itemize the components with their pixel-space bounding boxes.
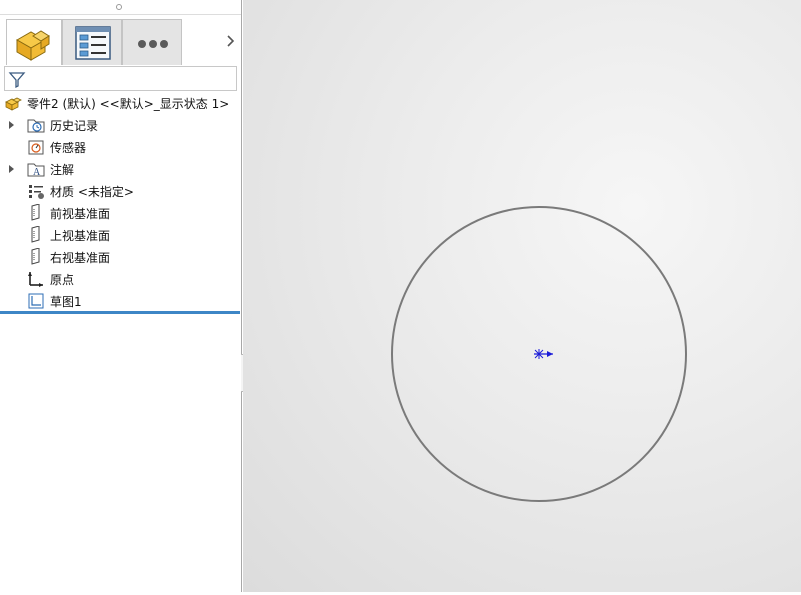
tab-feature-tree[interactable] — [6, 19, 62, 65]
tree-item[interactable]: 历史记录 — [0, 114, 240, 136]
sketch-canvas — [391, 206, 687, 502]
feature-manager-panel: 零件2 (默认) <<默认>_显示状态 1> 历史记录传感器 A 注解材质 <未指定>… — [0, 0, 242, 592]
plane-icon — [31, 248, 40, 265]
tree-item-label: 右视基准面 — [50, 251, 111, 265]
expand-arrow-icon[interactable] — [9, 121, 14, 129]
tree-item-label: 注解 — [50, 163, 75, 177]
sketch-origin-marker[interactable] — [534, 349, 553, 359]
filter-icon — [8, 72, 26, 89]
tree-root-label: 零件2 (默认) <<默认>_显示状态 1> — [27, 97, 230, 111]
tree-item[interactable]: 上视基准面 — [0, 224, 240, 246]
plane-icon — [31, 204, 40, 221]
origin-icon — [28, 272, 43, 287]
tree-item[interactable]: 右视基准面 — [0, 246, 240, 268]
svg-text:A: A — [33, 167, 41, 178]
tree-root-item[interactable]: 零件2 (默认) <<默认>_显示状态 1> — [0, 92, 240, 114]
chevron-right-icon[interactable] — [224, 32, 238, 50]
tree-item-label: 传感器 — [50, 141, 87, 155]
tree-item[interactable]: A 注解 — [0, 158, 240, 180]
tab-property-manager[interactable] — [62, 19, 122, 65]
sensor-icon — [28, 140, 44, 155]
more-dots-icon — [138, 40, 168, 48]
plane-icon — [31, 226, 40, 243]
tree-filter-input[interactable] — [4, 66, 237, 91]
graphics-area[interactable] — [243, 0, 801, 592]
property-manager-icon — [75, 26, 111, 60]
part-icon — [5, 97, 22, 111]
tree-item[interactable]: 原点 — [0, 268, 240, 290]
sketch-icon — [28, 293, 44, 309]
tree-item[interactable]: 传感器 — [0, 136, 240, 158]
tree-item[interactable]: 草图1 — [0, 290, 240, 312]
tree-item-label: 上视基准面 — [50, 229, 111, 243]
part-feature-icon — [15, 30, 50, 61]
tree-item[interactable]: 前视基准面 — [0, 202, 240, 224]
tree-item-label: 原点 — [50, 273, 75, 287]
panel-divider — [0, 14, 241, 15]
history-folder-icon — [27, 119, 45, 133]
tree-item-label: 材质 <未指定> — [50, 185, 134, 199]
tree-item-label: 草图1 — [50, 295, 82, 309]
annotation-icon: A — [27, 163, 45, 178]
material-icon — [29, 185, 44, 199]
expand-arrow-icon[interactable] — [9, 165, 14, 173]
panel-collapse-handle[interactable] — [116, 4, 122, 10]
tree-item-label: 前视基准面 — [50, 207, 111, 221]
tree-item-label: 历史记录 — [50, 119, 99, 133]
tab-more[interactable] — [122, 19, 182, 65]
rollback-bar[interactable] — [0, 311, 240, 314]
tree-item[interactable]: 材质 <未指定> — [0, 180, 240, 202]
